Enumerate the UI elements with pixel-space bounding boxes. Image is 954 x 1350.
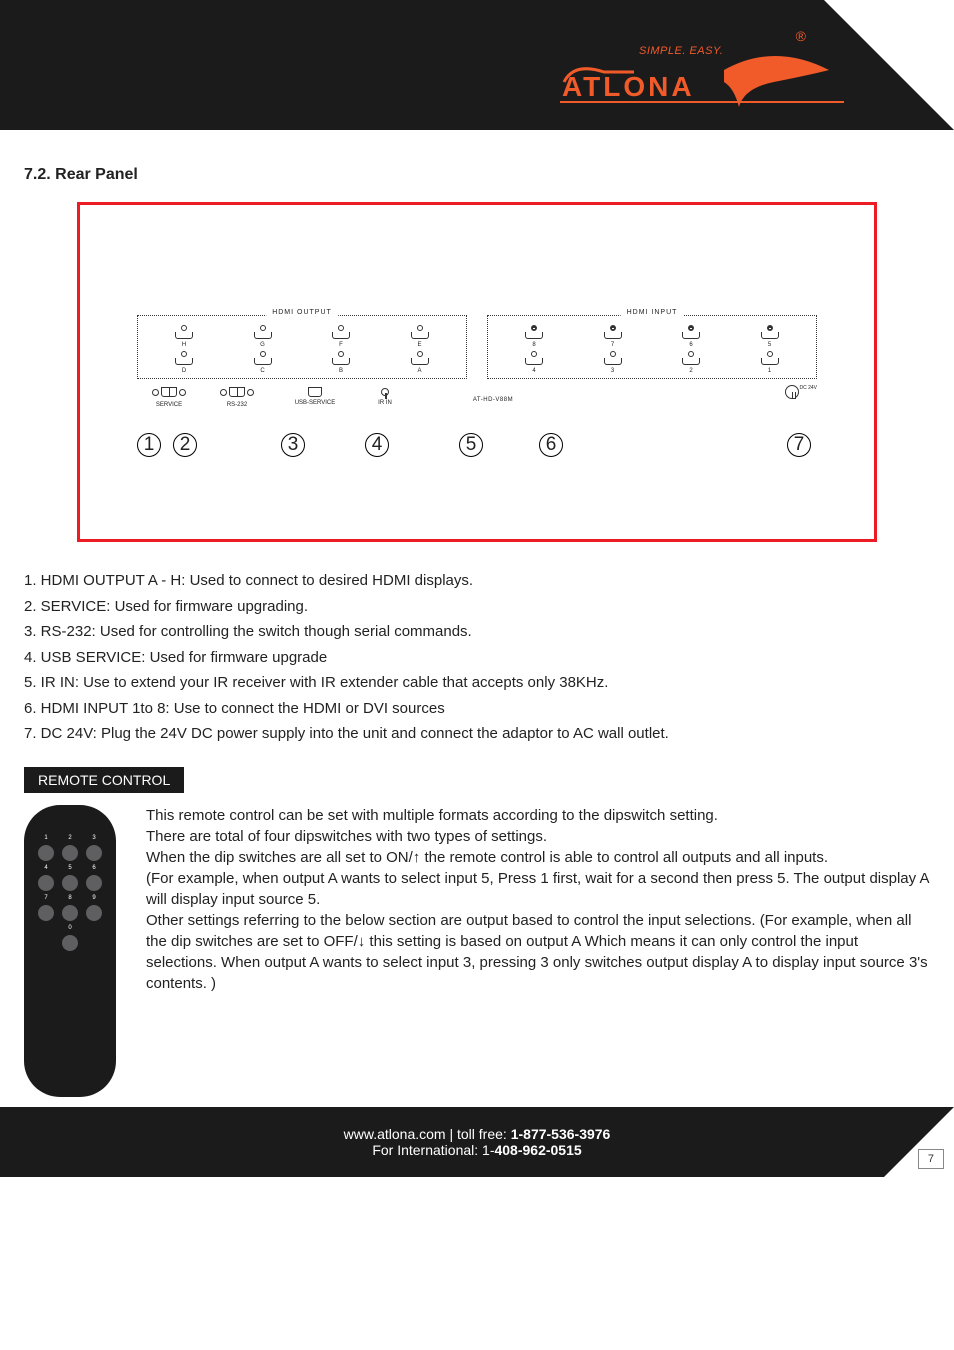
callout-numbers: 1 2 3 4 5 6 7 bbox=[137, 433, 817, 457]
description-list: 1. HDMI OUTPUT A - H: Used to connect to… bbox=[24, 566, 930, 767]
page-footer: www.atlona.com | toll free: 1-877-536-39… bbox=[0, 1107, 954, 1177]
svg-text:ATLONA: ATLONA bbox=[562, 71, 695, 102]
remote-control-diagram: 123 456 789 0 bbox=[24, 805, 116, 1097]
header-corner-decoration bbox=[824, 0, 954, 130]
page-number: 7 bbox=[918, 1149, 944, 1169]
page-header: SIMPLE. EASY. ATLONA ® bbox=[0, 0, 954, 130]
brand-tagline: SIMPLE. EASY. bbox=[639, 45, 723, 57]
remote-control-heading: REMOTE CONTROL bbox=[24, 767, 184, 793]
section-title: 7.2. Rear Panel bbox=[24, 166, 930, 184]
rear-panel-diagram: HDMI OUTPUT H G F E D C B A HDMI INPUT 8… bbox=[77, 202, 877, 542]
hdmi-input-section: HDMI INPUT 8 7 6 5 4 3 2 1 bbox=[487, 315, 817, 379]
registered-mark: ® bbox=[796, 28, 806, 44]
remote-control-description: This remote control can be set with mult… bbox=[146, 805, 930, 994]
page-content: 7.2. Rear Panel HDMI OUTPUT H G F E D C … bbox=[0, 130, 954, 1107]
hdmi-output-section: HDMI OUTPUT H G F E D C B A bbox=[137, 315, 467, 379]
